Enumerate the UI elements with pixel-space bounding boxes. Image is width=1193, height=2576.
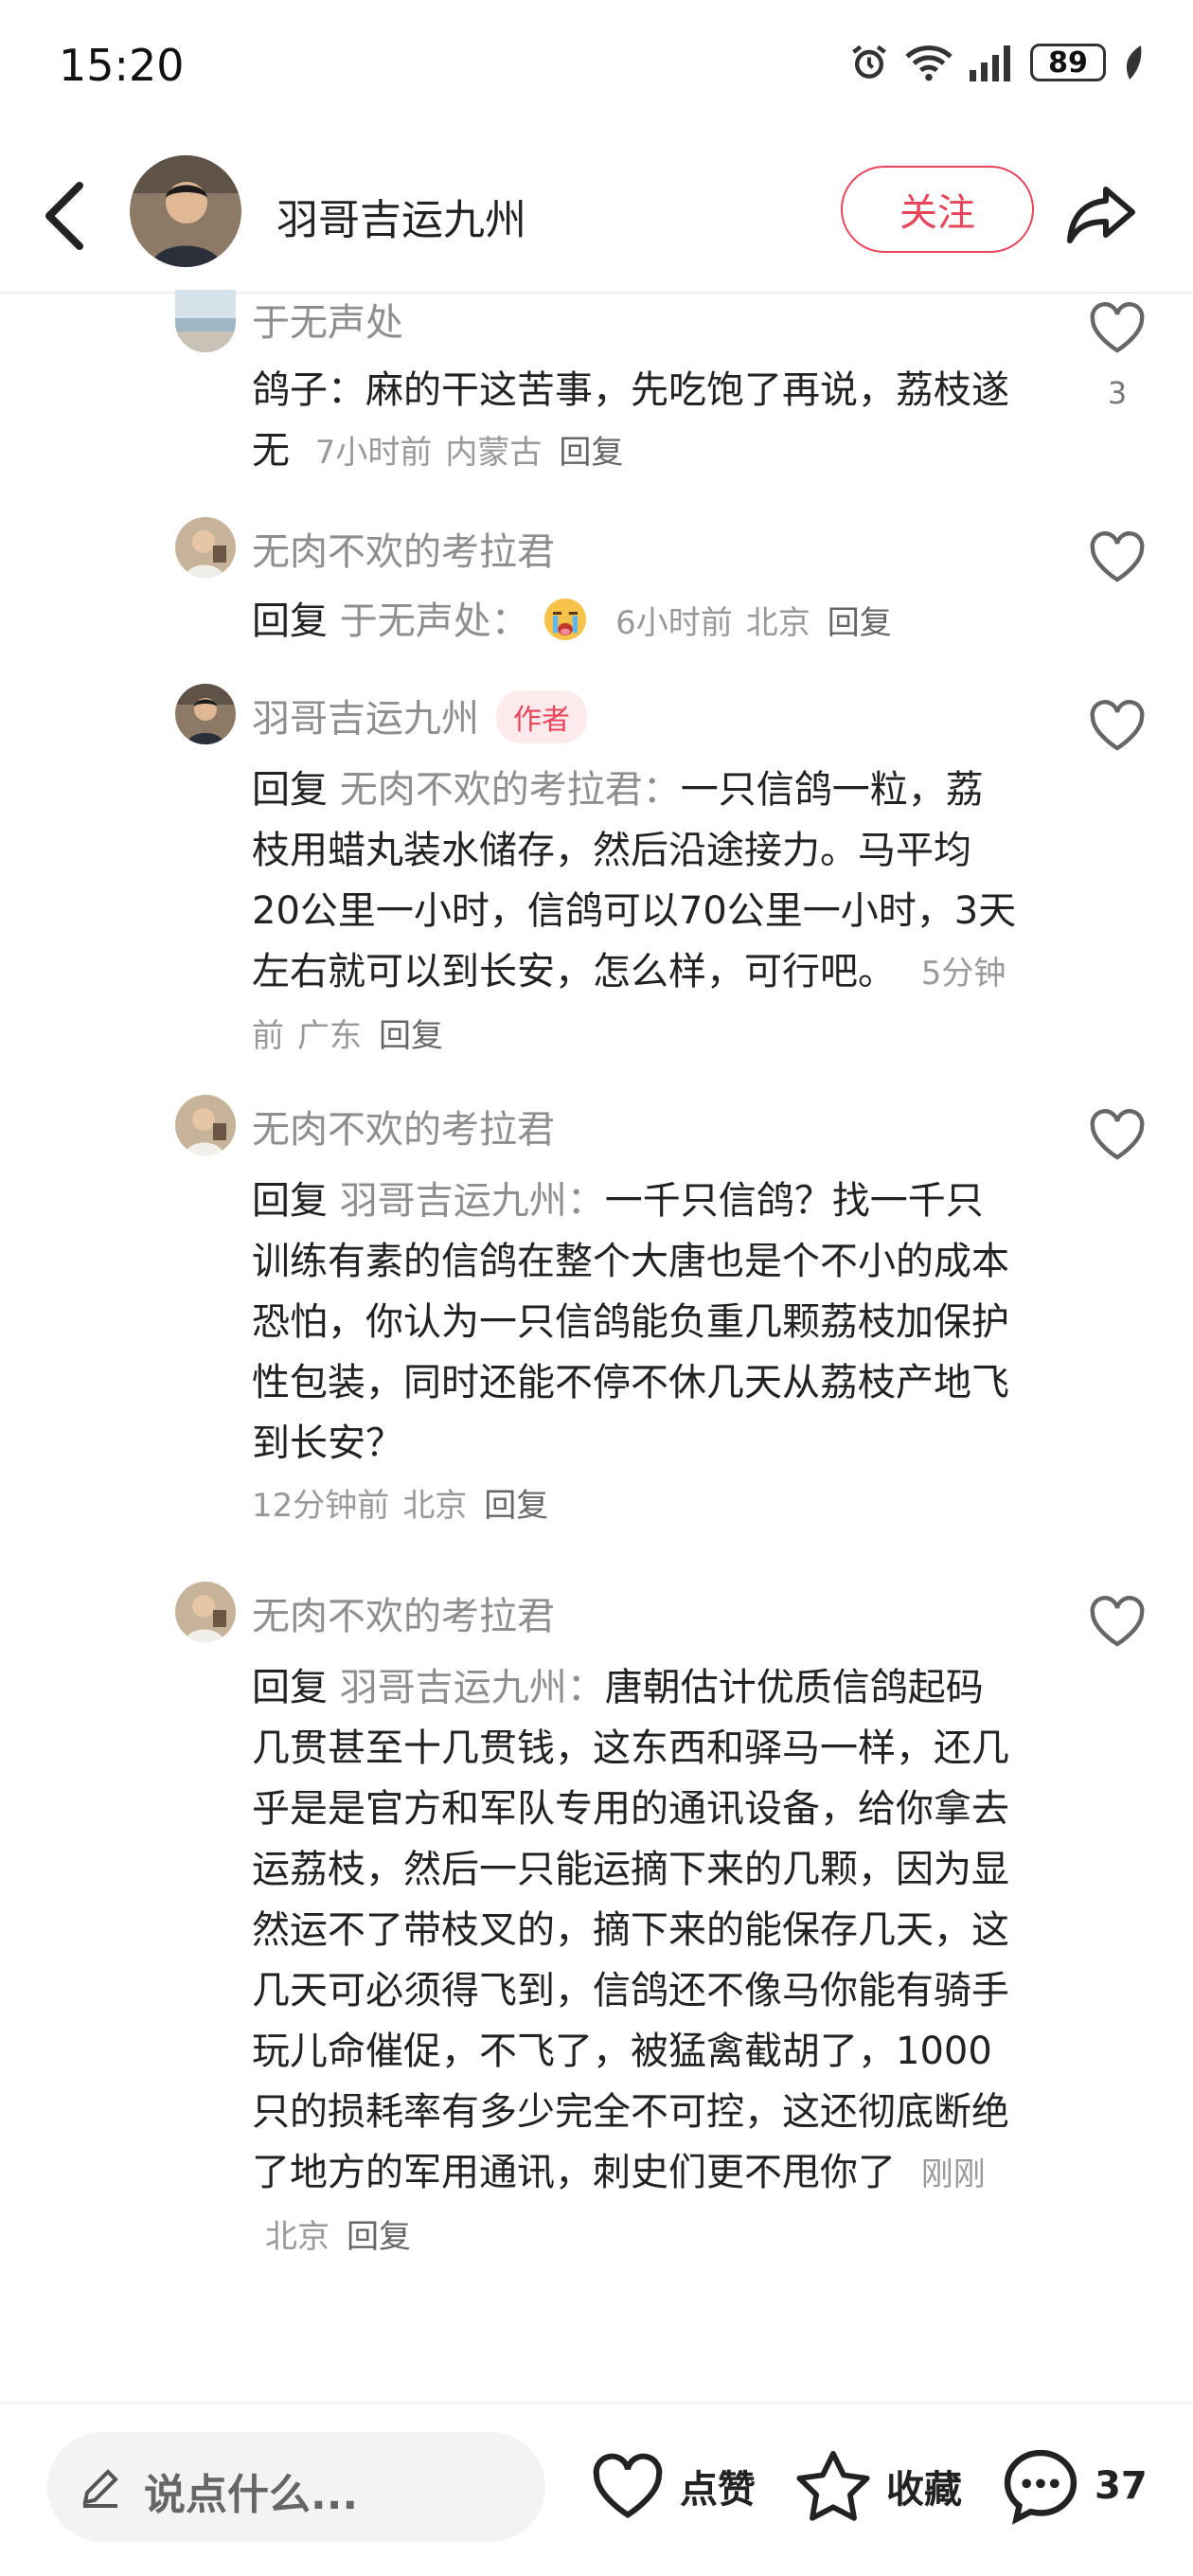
- comment-meta: 12分钟前 北京 回复: [252, 1487, 548, 1525]
- heart-icon[interactable]: [1087, 528, 1148, 585]
- commenter-avatar[interactable]: [175, 1582, 236, 1642]
- like-count: 3: [1107, 375, 1128, 411]
- alarm-icon: [852, 45, 886, 79]
- commenter-avatar[interactable]: [175, 684, 236, 744]
- heart-icon[interactable]: [1087, 1106, 1148, 1163]
- commenter-name[interactable]: 无肉不欢的考拉君: [252, 521, 555, 576]
- collect-button[interactable]: 收藏: [793, 2434, 962, 2538]
- comment-meta: 7小时前 内蒙古 回复: [302, 434, 624, 472]
- reply-button[interactable]: 回复: [347, 2218, 411, 2256]
- comment-count: 37: [1095, 2464, 1148, 2508]
- comment-time: 6小时前: [615, 604, 733, 642]
- reply-target[interactable]: 羽哥吉运九州：: [340, 1179, 605, 1223]
- pen-icon: [82, 2469, 118, 2508]
- status-time: 15:20: [59, 40, 185, 91]
- reply-target[interactable]: 于无声处：: [340, 599, 529, 643]
- bottom-divider: [0, 2402, 1193, 2404]
- comment-count-button[interactable]: 37: [1000, 2434, 1148, 2538]
- comment-body: 唐朝估计优质信鸽起码几贯甚至十几贯钱，这东西和驿马一样，还几乎是是官方和军队专用…: [252, 1666, 1009, 2194]
- bottom-action-bar: 说点什么... 点赞 收藏 37: [0, 2406, 1193, 2576]
- commenter-avatar[interactable]: [175, 290, 236, 352]
- author-name[interactable]: 羽哥吉运九州: [276, 186, 526, 246]
- collect-label: 收藏: [886, 2468, 962, 2512]
- share-icon[interactable]: [1064, 174, 1140, 250]
- crying-emoji-icon: [544, 598, 587, 641]
- like-button[interactable]: 点赞: [589, 2434, 756, 2538]
- back-arrow-icon[interactable]: [38, 178, 95, 254]
- wifi-icon: [905, 45, 953, 81]
- author-avatar[interactable]: [130, 155, 241, 267]
- battery-indicator: 89: [1030, 44, 1106, 81]
- comment-text: 回复 于无声处： 6小时前 北京 回复: [252, 591, 1019, 653]
- follow-button[interactable]: 关注: [841, 166, 1034, 253]
- heart-icon[interactable]: [1087, 299, 1148, 356]
- reply-target[interactable]: 无肉不欢的考拉君：: [340, 768, 681, 812]
- comment-time: 7小时前: [314, 434, 433, 472]
- comment-location: 内蒙古: [445, 434, 543, 472]
- commenter-avatar[interactable]: [175, 1095, 236, 1155]
- commenter-name-text[interactable]: 羽哥吉运九州: [252, 697, 479, 741]
- comment-text: 鸽子：麻的干这苦事，先吃饱了再说，荔枝遂无 7小时前 内蒙古 回复: [252, 360, 1019, 483]
- profile-header: 羽哥吉运九州 关注: [0, 142, 1193, 294]
- commenter-name[interactable]: 无肉不欢的考拉君: [252, 1099, 555, 1154]
- reply-prefix: 回复: [252, 768, 328, 812]
- comment-location: 北京: [265, 2218, 329, 2256]
- heart-icon: [593, 2453, 663, 2518]
- comment-input[interactable]: 说点什么...: [47, 2432, 545, 2542]
- reply-button[interactable]: 回复: [559, 434, 623, 472]
- reply-target[interactable]: 羽哥吉运九州：: [340, 1666, 605, 1709]
- star-icon: [796, 2450, 870, 2521]
- comment-location: 北京: [402, 1487, 468, 1525]
- reply-prefix: 回复: [252, 599, 328, 643]
- commenter-avatar[interactable]: [175, 517, 236, 578]
- comment-text: 回复 羽哥吉运九州：一千只信鸽？找一千只训练有素的信鸽在整个大唐也是个不小的成本…: [252, 1171, 1019, 1536]
- commenter-name[interactable]: 于无声处: [252, 292, 403, 347]
- reply-button[interactable]: 回复: [828, 604, 892, 642]
- heart-icon[interactable]: [1087, 697, 1148, 754]
- status-icons: 89: [848, 42, 1146, 83]
- comment-time: 12分钟前: [252, 1487, 390, 1525]
- comment-text: 回复 羽哥吉运九州：唐朝估计优质信鸽起码几贯甚至十几贯钱，这东西和驿马一样，还几…: [252, 1657, 1019, 2267]
- comment-location: 广东: [297, 1017, 362, 1055]
- comment-time: 刚刚: [920, 2156, 986, 2193]
- comment-meta: 6小时前 北京 回复: [602, 604, 892, 642]
- leaf-icon: [1126, 45, 1142, 80]
- comment-location: 北京: [745, 604, 810, 642]
- commenter-name: 羽哥吉运九州 作者: [252, 688, 587, 747]
- signal-icon: [970, 45, 1010, 81]
- reply-prefix: 回复: [252, 1666, 328, 1709]
- comment-input-placeholder: 说点什么...: [144, 2471, 359, 2519]
- reply-button[interactable]: 回复: [379, 1017, 443, 1055]
- commenter-name[interactable]: 无肉不欢的考拉君: [252, 1585, 555, 1640]
- comment-bubble-icon: [1004, 2449, 1077, 2525]
- heart-icon[interactable]: [1087, 1593, 1148, 1650]
- author-badge: 作者: [496, 690, 587, 743]
- like-label: 点赞: [680, 2468, 756, 2512]
- reply-prefix: 回复: [252, 1179, 328, 1223]
- comment-text: 回复 无肉不欢的考拉君：一只信鸽一粒，荔枝用蜡丸装水储存，然后沿途接力。马平均2…: [252, 760, 1019, 1066]
- status-bar: 15:20 89: [0, 0, 1193, 137]
- reply-button[interactable]: 回复: [484, 1487, 548, 1525]
